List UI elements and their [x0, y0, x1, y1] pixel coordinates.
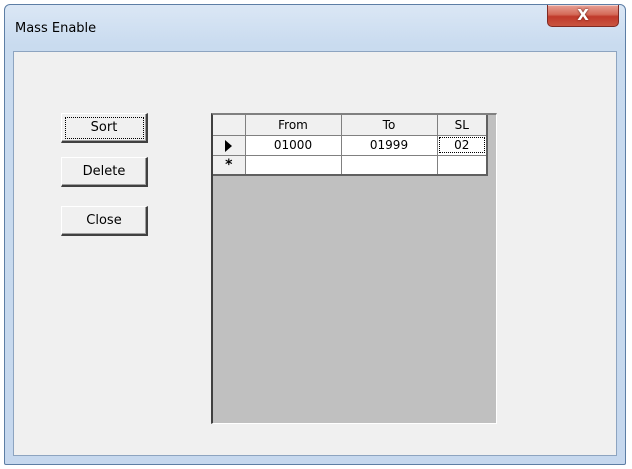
data-grid[interactable]: From To SL 01000 01999 02 *	[211, 113, 497, 424]
window-title: Mass Enable	[15, 21, 97, 36]
close-button-label: Close	[86, 213, 122, 228]
title-bar[interactable]: Mass Enable X	[5, 5, 625, 51]
table-row[interactable]: 01000 01999 02	[213, 135, 488, 156]
column-header-to[interactable]: To	[341, 115, 438, 136]
column-header-sl[interactable]: SL	[437, 115, 488, 136]
new-cell-to[interactable]	[341, 155, 438, 176]
dialog-client-area: Sort Delete Close From To SL 01000 01999…	[13, 51, 617, 456]
delete-button[interactable]: Delete	[61, 157, 148, 187]
new-row-selector[interactable]: *	[213, 155, 246, 176]
close-button[interactable]: Close	[61, 206, 148, 236]
dialog-window: Mass Enable X Sort Delete Close From To …	[4, 4, 626, 465]
cell-sl[interactable]: 02	[437, 135, 488, 156]
new-cell-sl[interactable]	[437, 155, 488, 176]
corner-header[interactable]	[213, 115, 246, 136]
window-close-button[interactable]: X	[547, 5, 619, 27]
new-cell-from[interactable]	[245, 155, 342, 176]
sort-button-label: Sort	[90, 120, 118, 135]
cell-from[interactable]: 01000	[245, 135, 342, 156]
new-row[interactable]: *	[213, 155, 488, 176]
row-selector[interactable]	[213, 135, 246, 156]
current-row-arrow-icon	[225, 139, 233, 152]
grid-table: From To SL 01000 01999 02 *	[213, 115, 488, 176]
close-icon: X	[577, 6, 589, 24]
delete-button-label: Delete	[82, 164, 126, 179]
cell-to[interactable]: 01999	[341, 135, 438, 156]
header-row: From To SL	[213, 115, 488, 136]
new-row-star-icon: *	[225, 156, 233, 173]
column-header-from[interactable]: From	[245, 115, 342, 136]
sort-button[interactable]: Sort	[61, 113, 148, 143]
